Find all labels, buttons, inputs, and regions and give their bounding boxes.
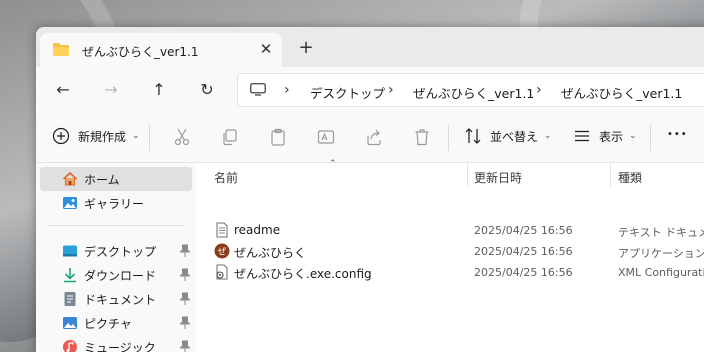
file-name: ぜんぶひらく.exe.config: [234, 267, 372, 281]
address-bar[interactable]: › デスクトップ › ぜんぶひらく_ver1.1 › ぜんぶひらく_ver1.1: [237, 73, 704, 107]
file-date: 2025/04/25 16:56: [474, 245, 573, 258]
sort-ascending-icon: ⌃: [329, 159, 337, 169]
rename-icon[interactable]: [316, 127, 336, 147]
navigation-bar: ← → ↑ ↻ › デスクトップ › ぜんぶひらく_ver1.1 › ぜんぶひら…: [36, 67, 704, 113]
pin-icon[interactable]: [179, 268, 191, 282]
chevron-down-icon: ⌄: [544, 131, 552, 141]
sidebar-divider: [48, 225, 184, 226]
breadcrumb-item[interactable]: デスクトップ: [310, 83, 385, 102]
download-icon: [64, 268, 76, 283]
copy-icon[interactable]: [220, 127, 240, 147]
home-icon: [62, 171, 78, 186]
more-options-button[interactable]: •••: [667, 129, 688, 140]
tab-current-folder[interactable]: ぜんぶひらく_ver1.1 ✕: [40, 33, 282, 67]
column-header-type[interactable]: 種類: [618, 169, 642, 186]
delete-icon[interactable]: [412, 127, 432, 147]
sidebar-item-label: ピクチャ: [84, 316, 132, 331]
column-header-row: ⌃ 名前 更新日時 種類: [196, 159, 704, 187]
sidebar-item-label: デスクトップ: [84, 244, 157, 259]
sort-button[interactable]: 並べ替え ⌄: [464, 127, 552, 145]
back-button[interactable]: ←: [52, 79, 74, 101]
gallery-icon: [63, 197, 77, 209]
sidebar-item-label: ミュージック: [84, 340, 156, 352]
sidebar-item-downloads[interactable]: ダウンロード: [40, 263, 192, 287]
share-icon[interactable]: [364, 127, 384, 147]
sort-icon: [465, 128, 481, 144]
refresh-button[interactable]: ↻: [196, 79, 218, 101]
app-icon: ぜ: [214, 243, 230, 259]
sidebar-item-home[interactable]: ホーム: [40, 167, 192, 191]
view-list-icon: [575, 130, 589, 142]
plus-circle-icon: [52, 127, 70, 145]
computer-icon: [250, 83, 266, 96]
sidebar-item-desktop[interactable]: デスクトップ: [40, 239, 192, 263]
cut-icon[interactable]: [172, 127, 192, 147]
new-button-label: 新規作成: [78, 129, 127, 144]
tab-title: ぜんぶひらく_ver1.1: [82, 45, 199, 59]
column-resize-handle[interactable]: [610, 163, 611, 187]
close-tab-icon[interactable]: ✕: [257, 40, 275, 58]
column-header-name[interactable]: 名前: [214, 169, 238, 186]
column-resize-handle[interactable]: [467, 163, 468, 187]
pin-icon[interactable]: [179, 244, 191, 258]
command-bar: 新規作成 ⌄ 並べ替え ⌄ 表示 ⌄ •••: [36, 113, 704, 163]
toolbar-divider: [650, 125, 651, 151]
file-type: テキスト ドキュメント: [618, 226, 704, 239]
file-date: 2025/04/25 16:56: [474, 266, 573, 279]
up-button[interactable]: ↑: [148, 79, 170, 101]
toolbar-divider: [448, 125, 449, 151]
toolbar-divider: [149, 125, 150, 151]
breadcrumb-item[interactable]: ぜんぶひらく_ver1.1: [413, 83, 534, 102]
file-list: ⌃ 名前 更新日時 種類 readme 2025/04/25 16:56 テキス…: [196, 159, 704, 352]
config-file-icon: [216, 264, 228, 280]
breadcrumb-separator: ›: [388, 82, 394, 98]
view-button-label: 表示: [599, 129, 624, 144]
sidebar-item-gallery[interactable]: ギャラリー: [40, 191, 192, 215]
sidebar-item-label: ダウンロード: [84, 268, 157, 283]
file-row[interactable]: ぜ ぜんぶひらく 2025/04/25 16:56 アプリケーション: [196, 241, 704, 262]
forward-button[interactable]: →: [100, 79, 122, 101]
sidebar-item-pictures[interactable]: ピクチャ: [40, 311, 192, 335]
paste-icon[interactable]: [268, 127, 288, 147]
new-tab-button[interactable]: +: [297, 39, 315, 57]
breadcrumb-separator: ›: [284, 82, 290, 98]
breadcrumb-item[interactable]: ぜんぶひらく_ver1.1: [561, 83, 682, 102]
sidebar-item-documents[interactable]: ドキュメント: [40, 287, 192, 311]
new-button[interactable]: 新規作成 ⌄: [52, 127, 140, 145]
folder-icon: [53, 43, 69, 56]
file-row[interactable]: ぜんぶひらく.exe.config 2025/04/25 16:56 XML C…: [196, 262, 704, 283]
file-name: readme: [234, 223, 281, 237]
file-name: ぜんぶひらく: [234, 246, 307, 260]
pin-icon[interactable]: [179, 340, 191, 352]
pin-icon[interactable]: [179, 292, 191, 306]
pin-icon[interactable]: [179, 316, 191, 330]
navigation-pane: ホーム ギャラリー デスクトップ ダウンロード ドキュメント ピクチャ ミュージ…: [36, 163, 196, 352]
breadcrumb-separator: ›: [536, 82, 542, 98]
text-file-icon: [216, 222, 228, 238]
chevron-down-icon: ⌄: [629, 131, 637, 141]
file-type: XML Configuration: [618, 266, 704, 279]
sidebar-item-label: ドキュメント: [84, 292, 157, 307]
view-button[interactable]: 表示 ⌄: [573, 127, 637, 145]
column-header-date[interactable]: 更新日時: [474, 169, 522, 186]
file-date: 2025/04/25 16:56: [474, 224, 573, 237]
tab-strip: ぜんぶひらく_ver1.1 ✕ +: [36, 27, 704, 67]
file-explorer-window: ぜんぶひらく_ver1.1 ✕ + ← → ↑ ↻ › デスクトップ › ぜんぶ…: [36, 27, 704, 352]
sidebar-item-music[interactable]: ミュージック: [40, 335, 192, 352]
desktop-icon: [63, 245, 77, 257]
music-icon: [63, 340, 77, 352]
sidebar-item-label: ギャラリー: [84, 196, 145, 211]
file-type: アプリケーション: [618, 247, 704, 260]
svg-text:ぜ: ぜ: [217, 247, 226, 258]
chevron-down-icon: ⌄: [132, 131, 140, 141]
sidebar-item-label: ホーム: [84, 172, 120, 187]
sort-button-label: 並べ替え: [490, 129, 539, 144]
pictures-icon: [63, 317, 77, 329]
file-row[interactable]: readme 2025/04/25 16:56 テキスト ドキュメント: [196, 220, 704, 241]
documents-icon: [64, 292, 76, 306]
